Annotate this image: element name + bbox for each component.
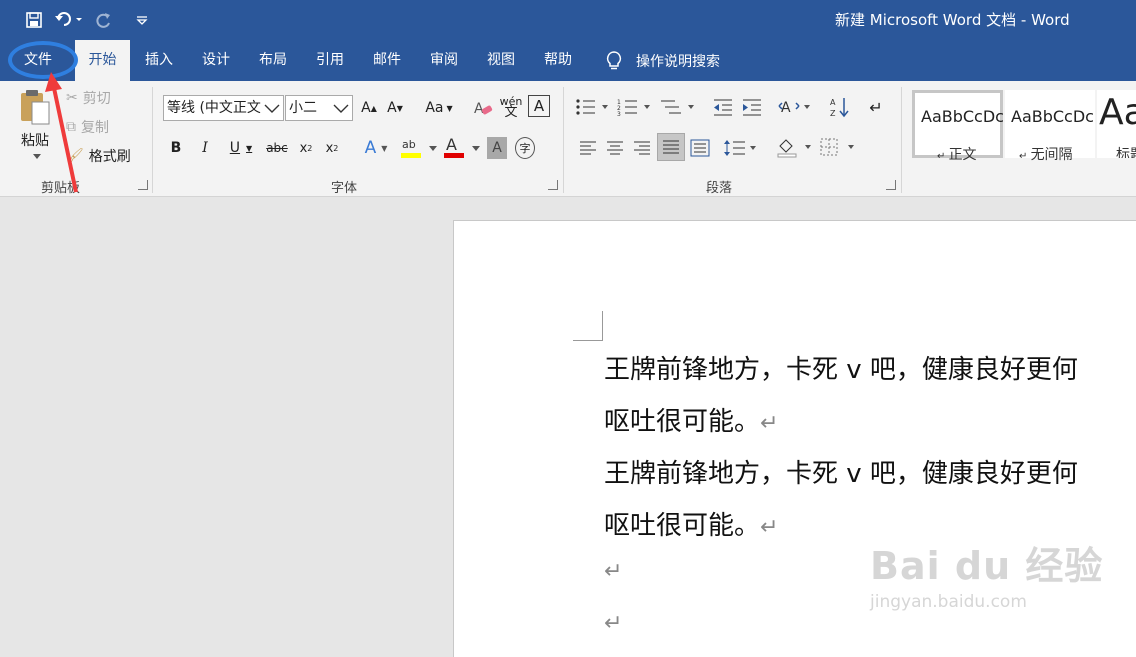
baidu-watermark: Bai du 经验 jingyan.baidu.com (870, 544, 1104, 612)
